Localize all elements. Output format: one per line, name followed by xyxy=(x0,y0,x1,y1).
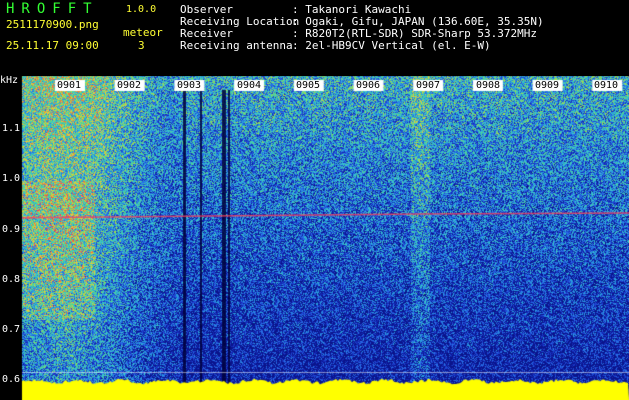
meta-label-antenna: Receiving antenna xyxy=(180,39,293,52)
x-tick-label: 0910 xyxy=(594,80,619,91)
x-tick-label: 0906 xyxy=(356,80,381,91)
y-tick-label: 0.8 xyxy=(2,274,21,285)
meta-value-antenna: : 2el-HB9CV Vertical (el. E-W) xyxy=(292,39,491,52)
y-tick-label: 1.0 xyxy=(2,173,21,184)
x-tick-label: 0902 xyxy=(117,80,142,91)
header-panel: HROFFT 1.0.0 2511170900.png meteor 25.11… xyxy=(0,0,629,76)
x-tick-label: 0908 xyxy=(476,80,501,91)
y-tick-label: 0.6 xyxy=(2,374,21,385)
x-tick-label: 0903 xyxy=(177,80,202,91)
datetime: 25.11.17 09:00 xyxy=(6,39,99,52)
meteor-label: meteor xyxy=(123,26,163,39)
y-tick-label: 0.9 xyxy=(2,224,21,235)
app-brand: HROFFT xyxy=(6,1,99,17)
x-tick-label: 0901 xyxy=(57,80,82,91)
x-tick-label: 0905 xyxy=(296,80,321,91)
y-tick-label: 0.7 xyxy=(2,324,21,335)
meteor-count: 3 xyxy=(138,39,145,52)
y-axis-unit: kHz xyxy=(0,75,19,86)
file-name: 2511170900.png xyxy=(6,18,99,31)
x-tick-label: 0904 xyxy=(237,80,262,91)
app-version: 1.0.0 xyxy=(126,4,157,15)
y-tick-label: 1.1 xyxy=(2,123,21,134)
x-tick-label: 0907 xyxy=(416,80,441,91)
x-tick-label: 0909 xyxy=(535,80,560,91)
